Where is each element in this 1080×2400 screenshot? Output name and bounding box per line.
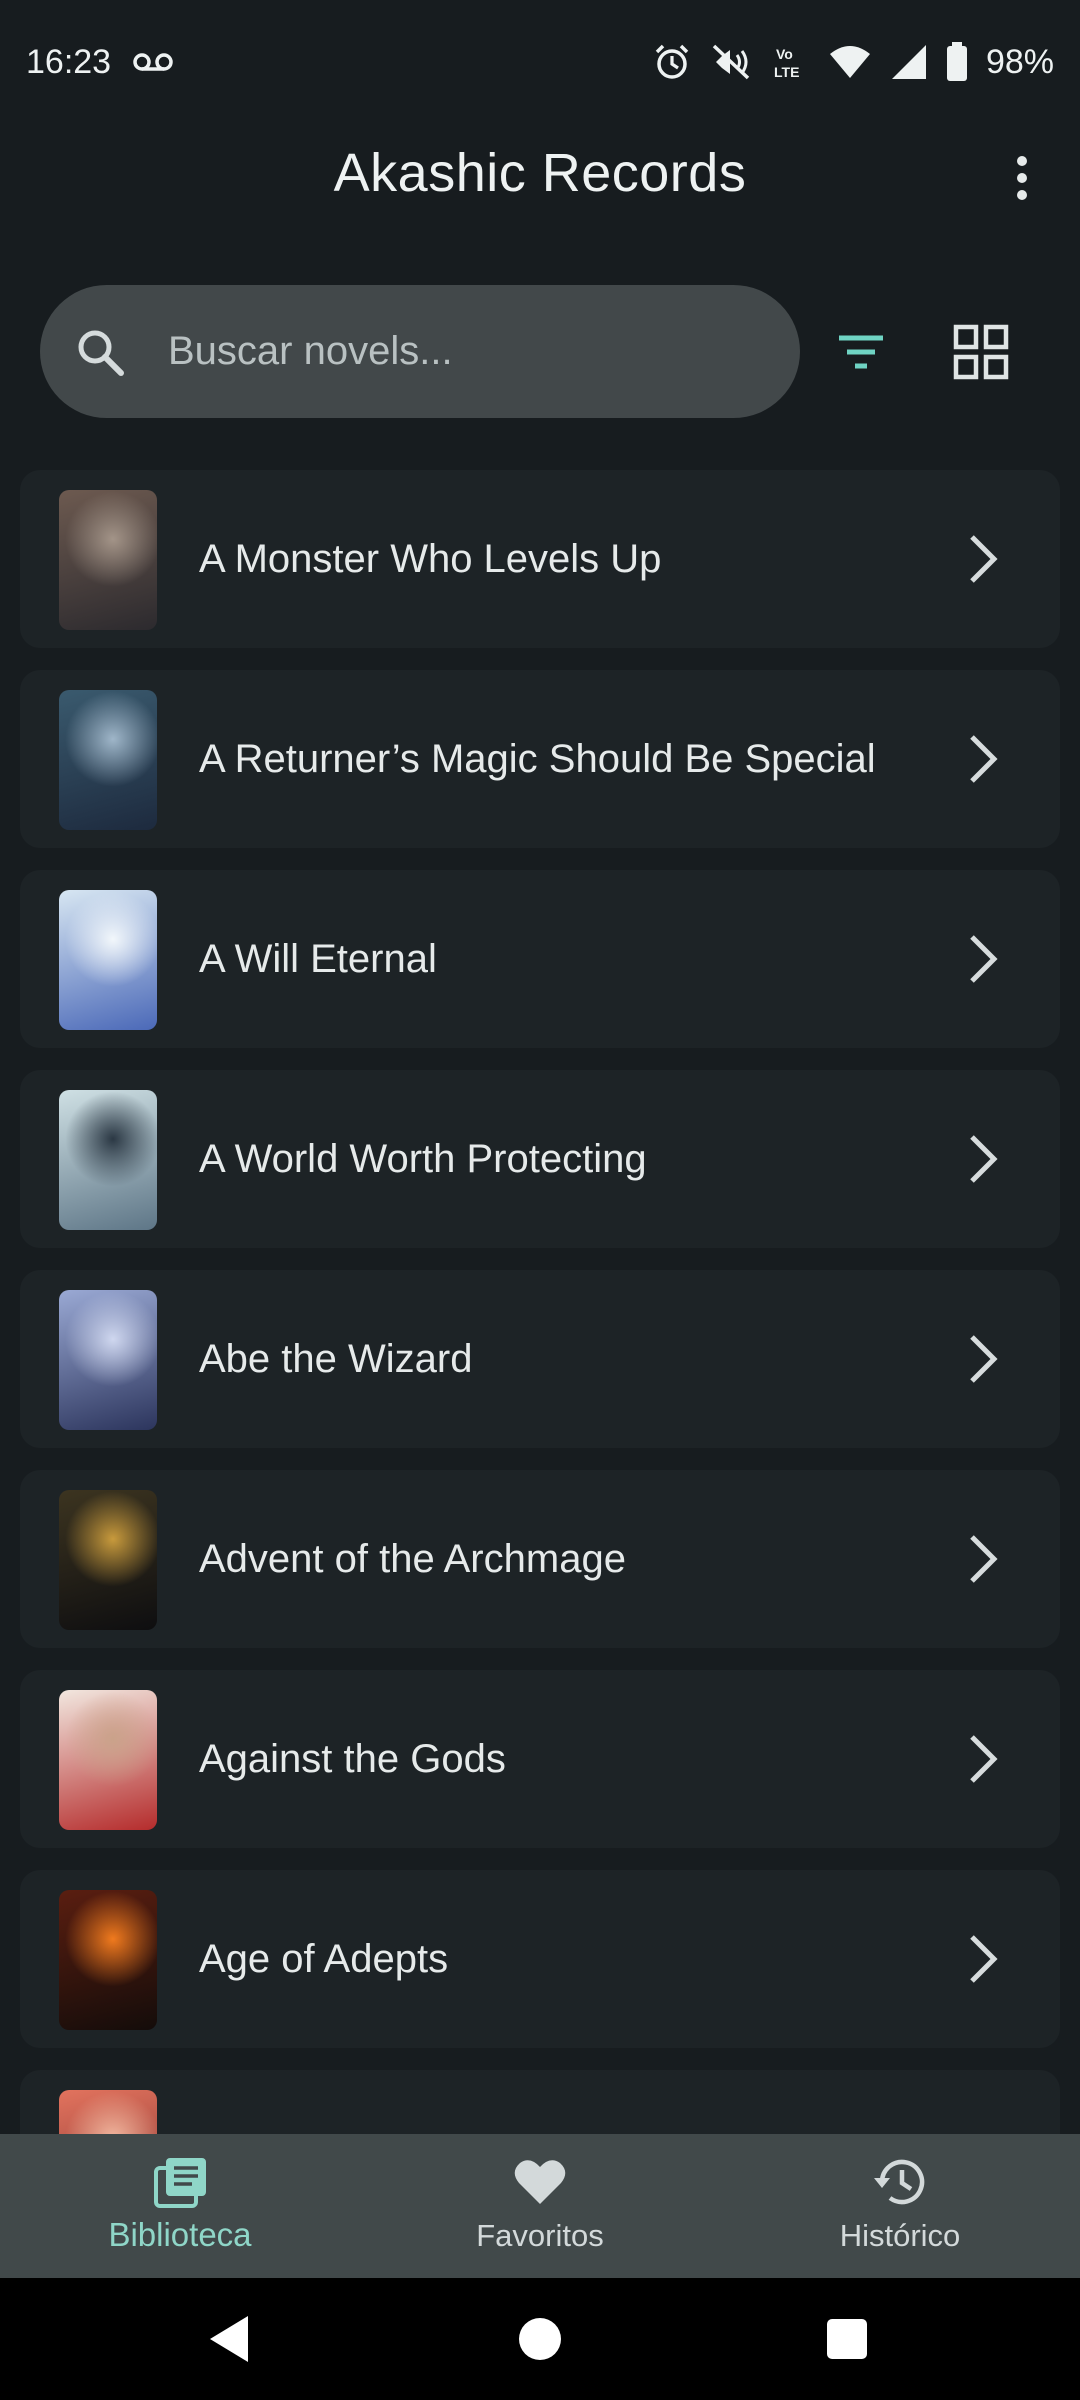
back-icon xyxy=(210,2316,248,2362)
battery-icon xyxy=(946,42,968,82)
filter-icon xyxy=(839,335,883,369)
history-icon xyxy=(874,2159,925,2205)
novel-title: A Will Eternal xyxy=(199,937,437,981)
search-input[interactable] xyxy=(166,328,730,375)
novel-title: Advent of the Archmage xyxy=(199,1537,626,1581)
chevron-right-icon xyxy=(970,1735,998,1783)
bottom-navigation: Biblioteca Favoritos Histórico xyxy=(0,2134,1080,2278)
battery-percent: 98% xyxy=(985,42,1054,81)
novel-list-item[interactable]: A Returner’s Magic Should Be Special xyxy=(20,670,1060,848)
chevron-right-icon xyxy=(970,535,998,583)
chevron-right-icon xyxy=(970,1335,998,1383)
status-time: 16:23 xyxy=(26,42,112,81)
novel-list-item[interactable]: Advent of the Archmage xyxy=(20,1470,1060,1648)
novel-cover-image xyxy=(59,890,157,1030)
svg-text:LTE: LTE xyxy=(774,64,799,80)
novel-list-item[interactable]: Age of Adepts xyxy=(20,1870,1060,2048)
voicemail-icon xyxy=(133,51,173,73)
svg-text:Vo: Vo xyxy=(776,46,793,62)
wifi-icon xyxy=(828,44,872,80)
more-options-button[interactable] xyxy=(992,148,1052,208)
novel-list-item[interactable]: A World Worth Protecting xyxy=(20,1070,1060,1248)
novel-list-item[interactable]: A Will Eternal xyxy=(20,870,1060,1048)
more-vert-icon xyxy=(1017,156,1027,200)
search-icon xyxy=(78,330,124,376)
novel-title: Abe the Wizard xyxy=(199,1337,473,1381)
status-bar: 16:23 Vo LTE 98% xyxy=(0,0,1080,124)
home-button[interactable] xyxy=(505,2304,575,2374)
home-icon xyxy=(519,2318,561,2360)
status-left: 16:23 xyxy=(26,43,173,82)
search-bar[interactable] xyxy=(40,285,800,418)
nav-label-favoritos: Favoritos xyxy=(476,2218,604,2253)
novel-title: A Monster Who Levels Up xyxy=(199,537,662,581)
library-icon xyxy=(154,2158,206,2208)
app-bar: Akashic Records xyxy=(0,124,1080,226)
novel-title: Against the Gods xyxy=(199,1737,506,1781)
recents-button[interactable] xyxy=(812,2304,882,2374)
chevron-right-icon xyxy=(970,1535,998,1583)
novel-cover-image xyxy=(59,1690,157,1830)
alarm-icon xyxy=(652,42,692,82)
chevron-right-icon xyxy=(970,1135,998,1183)
novel-title: A World Worth Protecting xyxy=(199,1137,647,1181)
heart-icon xyxy=(514,2160,566,2204)
nav-label-biblioteca: Biblioteca xyxy=(108,2216,252,2253)
status-right: Vo LTE 98% xyxy=(652,42,1054,82)
vibrate-off-icon xyxy=(710,42,752,82)
nav-item-favoritos[interactable]: Favoritos xyxy=(360,2134,720,2278)
novel-cover-image xyxy=(59,690,157,830)
search-row xyxy=(40,285,1050,418)
recents-icon xyxy=(827,2319,867,2359)
volte-icon: Vo LTE xyxy=(770,42,810,82)
chevron-right-icon xyxy=(970,735,998,783)
app-title: Akashic Records xyxy=(333,143,747,203)
novel-list-item[interactable]: Against the Gods xyxy=(20,1670,1060,1848)
nav-item-historico[interactable]: Histórico xyxy=(720,2134,1080,2278)
chevron-right-icon xyxy=(970,935,998,983)
grid-view-icon xyxy=(953,324,1009,380)
novel-cover-image xyxy=(59,490,157,630)
filter-button[interactable] xyxy=(830,321,892,383)
novel-cover-image xyxy=(59,1890,157,2030)
novel-title: A Returner’s Magic Should Be Special xyxy=(199,737,876,781)
novel-cover-image xyxy=(59,1290,157,1430)
nav-item-biblioteca[interactable]: Biblioteca xyxy=(0,2134,360,2278)
back-button[interactable] xyxy=(196,2304,266,2374)
novel-title: Age of Adepts xyxy=(199,1937,449,1981)
chevron-right-icon xyxy=(970,1935,998,1983)
novel-cover-image xyxy=(59,1490,157,1630)
nav-label-historico: Histórico xyxy=(839,2218,961,2253)
grid-view-button[interactable] xyxy=(950,321,1012,383)
novel-list-item[interactable]: Abe the Wizard xyxy=(20,1270,1060,1448)
signal-icon xyxy=(890,43,928,81)
system-navigation-bar xyxy=(0,2278,1080,2400)
novel-cover-image xyxy=(59,1090,157,1230)
novel-list-item[interactable]: A Monster Who Levels Up xyxy=(20,470,1060,648)
